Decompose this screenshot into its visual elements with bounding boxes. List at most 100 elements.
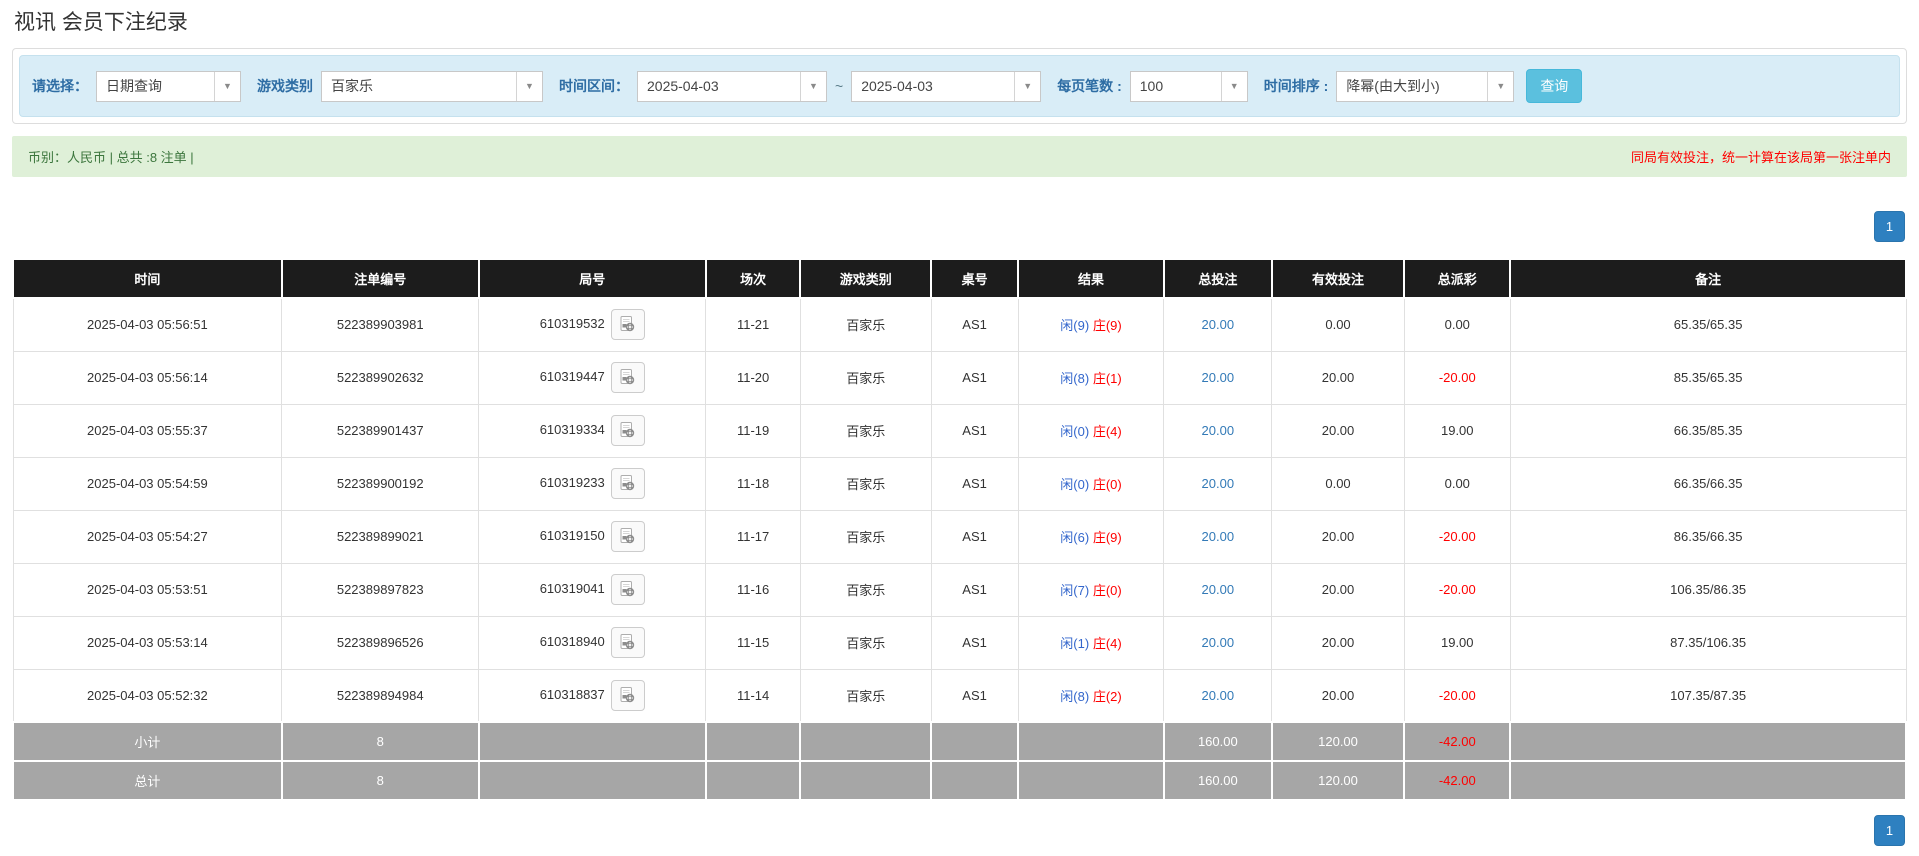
- cell-time: 2025-04-03 05:55:37: [12, 403, 283, 458]
- result-banker: 庄(4): [1092, 636, 1122, 651]
- film-icon: [620, 634, 635, 650]
- col-header-bet-id: 注单编号: [280, 258, 480, 299]
- chevron-down-icon[interactable]: ▼: [516, 71, 542, 101]
- table-header-row: 时间 注单编号 局号 场次 游戏类别 桌号 结果 总投注 有效投注 总派彩 备注: [12, 258, 1907, 299]
- query-type-select[interactable]: 日期查询 ▼: [96, 70, 241, 102]
- chevron-down-icon[interactable]: ▼: [1487, 71, 1514, 101]
- video-replay-button[interactable]: [610, 574, 645, 605]
- round-id-text: 610318940: [539, 633, 605, 649]
- col-header-session: 场次: [704, 258, 802, 299]
- total-bet-link[interactable]: 20.00: [1202, 529, 1235, 544]
- date-to-select[interactable]: 2025-04-03 ▼: [851, 70, 1042, 102]
- chevron-down-icon[interactable]: ▼: [1220, 71, 1247, 101]
- cell-game: 百家乐: [799, 668, 932, 723]
- result-banker: 庄(9): [1092, 318, 1122, 334]
- cell-total-bet: 20.00: [1163, 403, 1273, 458]
- table-row: 2025-04-03 05:53:14 522389896526 610318940…: [12, 615, 1907, 670]
- table-row: 2025-04-03 05:56:14 522389902632 610319447…: [12, 350, 1907, 405]
- betting-records-table: 时间 注单编号 局号 场次 游戏类别 桌号 结果 总投注 有效投注 总派彩 备注 2025-04-0…: [12, 258, 1907, 801]
- col-header-payout: 总派彩: [1403, 258, 1512, 299]
- col-header-round-id: 局号: [477, 258, 707, 299]
- page-size-select[interactable]: 100 ▼: [1129, 70, 1248, 102]
- filter-label-game-category: 游戏类别: [257, 78, 313, 94]
- cell-time: 2025-04-03 05:53:51: [12, 562, 283, 617]
- cell-result: 闲(6) 庄(9): [1017, 509, 1165, 564]
- filter-label-select-type: 请选择：: [32, 78, 88, 94]
- chevron-down-icon[interactable]: ▼: [1014, 71, 1041, 101]
- video-replay-button[interactable]: [610, 468, 645, 499]
- table-row: 2025-04-03 05:56:51 522389903981 610319532…: [12, 297, 1907, 352]
- video-replay-button[interactable]: [610, 362, 645, 393]
- total-bet-link[interactable]: 20.00: [1202, 688, 1235, 703]
- cell-table-no: AS1: [930, 509, 1019, 564]
- video-replay-button[interactable]: [610, 679, 645, 711]
- cell-valid-bet: 20.00: [1271, 562, 1405, 617]
- cell-payout: -20.00: [1403, 350, 1511, 405]
- total-bet-link[interactable]: 20.00: [1202, 423, 1235, 438]
- cell-game: 百家乐: [799, 456, 932, 511]
- game-category-select[interactable]: 百家乐 ▼: [321, 70, 543, 102]
- total-bet-link[interactable]: 20.00: [1202, 635, 1235, 650]
- cell-table-no: AS1: [930, 403, 1019, 458]
- round-id-text: 610318837: [539, 686, 605, 702]
- page-1-button[interactable]: 1: [1874, 211, 1905, 242]
- cell-round-id: 610318940: [478, 615, 707, 670]
- table-body: 2025-04-03 05:56:51 522389903981 610319532…: [12, 297, 1907, 723]
- summary-red-note: 同局有效投注，统一计算在该局第一张注单内: [1630, 150, 1891, 165]
- cell-note: 66.35/85.35: [1509, 403, 1907, 458]
- result-player: 闲(9): [1060, 318, 1090, 334]
- betting-records-page: 视讯 会员下注纪录 请选择： 日期查询 ▼ 游戏类别 百家乐 ▼ 时间区间： 2…: [0, 0, 1919, 856]
- time-sort-select[interactable]: 降幂(由大到小) ▼: [1336, 70, 1515, 102]
- cell-payout: -20.00: [1403, 668, 1511, 723]
- date-from-select[interactable]: 2025-04-03 ▼: [637, 70, 827, 102]
- query-button[interactable]: 查询: [1526, 69, 1583, 103]
- pagination-bottom: 1: [12, 815, 1905, 846]
- page-1-button[interactable]: 1: [1874, 815, 1905, 846]
- chevron-down-icon[interactable]: ▼: [800, 71, 826, 101]
- col-header-time: 时间: [12, 258, 283, 299]
- table-footer: 小计 8 160.00 120.00 -42.00 总计 8 160.00 120.00 -42.…: [12, 721, 1907, 801]
- cell-game: 百家乐: [799, 509, 932, 564]
- video-replay-button[interactable]: [610, 415, 645, 446]
- cell-table-no: AS1: [930, 456, 1019, 511]
- cell-valid-bet: 20.00: [1271, 615, 1405, 670]
- cell-bet-id: 522389899021: [281, 509, 480, 564]
- cell-table-no: AS1: [930, 668, 1019, 723]
- date-to-value: 2025-04-03: [861, 78, 933, 94]
- cell-session: 11-20: [705, 350, 801, 405]
- cell-note: 106.35/86.35: [1509, 562, 1907, 617]
- cell-round-id: 610319041: [478, 562, 707, 617]
- totals-empty-cell: [930, 760, 1020, 801]
- cell-valid-bet: 20.00: [1271, 509, 1405, 564]
- page-title: 视讯 会员下注纪录: [14, 11, 188, 34]
- cell-note: 85.35/65.35: [1509, 350, 1907, 405]
- col-header-table-no: 桌号: [930, 258, 1020, 299]
- video-replay-button[interactable]: [610, 627, 645, 658]
- total-bet-link[interactable]: 20.00: [1202, 370, 1235, 385]
- chevron-down-icon[interactable]: ▼: [214, 71, 240, 101]
- cell-bet-id: 522389894984: [281, 668, 480, 723]
- total-bet-link[interactable]: 20.00: [1202, 476, 1235, 491]
- table-row: 2025-04-03 05:53:51 522389897823 610319041…: [12, 562, 1907, 617]
- round-id-text: 610319447: [539, 368, 605, 384]
- result-player: 闲(6): [1060, 530, 1090, 545]
- table-row: 2025-04-03 05:52:32 522389894984 610318837…: [12, 668, 1907, 723]
- result-player: 闲(1): [1060, 636, 1090, 651]
- totals-empty-cell: [1509, 760, 1907, 801]
- result-banker: 庄(0): [1092, 477, 1122, 492]
- result-player: 闲(0): [1060, 424, 1090, 439]
- result-banker: 庄(0): [1092, 583, 1122, 598]
- total-row: 总计 8 160.00 120.00 -42.00: [12, 760, 1907, 801]
- film-icon: [620, 686, 635, 702]
- video-replay-button[interactable]: [610, 309, 645, 341]
- total-bet-link[interactable]: 20.00: [1202, 317, 1235, 332]
- total-bet-link[interactable]: 20.00: [1202, 582, 1235, 597]
- cell-game: 百家乐: [799, 615, 932, 670]
- cell-result: 闲(8) 庄(1): [1017, 350, 1165, 405]
- cell-time: 2025-04-03 05:54:27: [12, 509, 283, 564]
- filter-label-time-range: 时间区间：: [559, 78, 629, 94]
- film-icon: [620, 422, 635, 438]
- video-replay-button[interactable]: [610, 521, 645, 552]
- cell-round-id: 610319532: [478, 297, 707, 352]
- film-icon: [620, 475, 635, 491]
